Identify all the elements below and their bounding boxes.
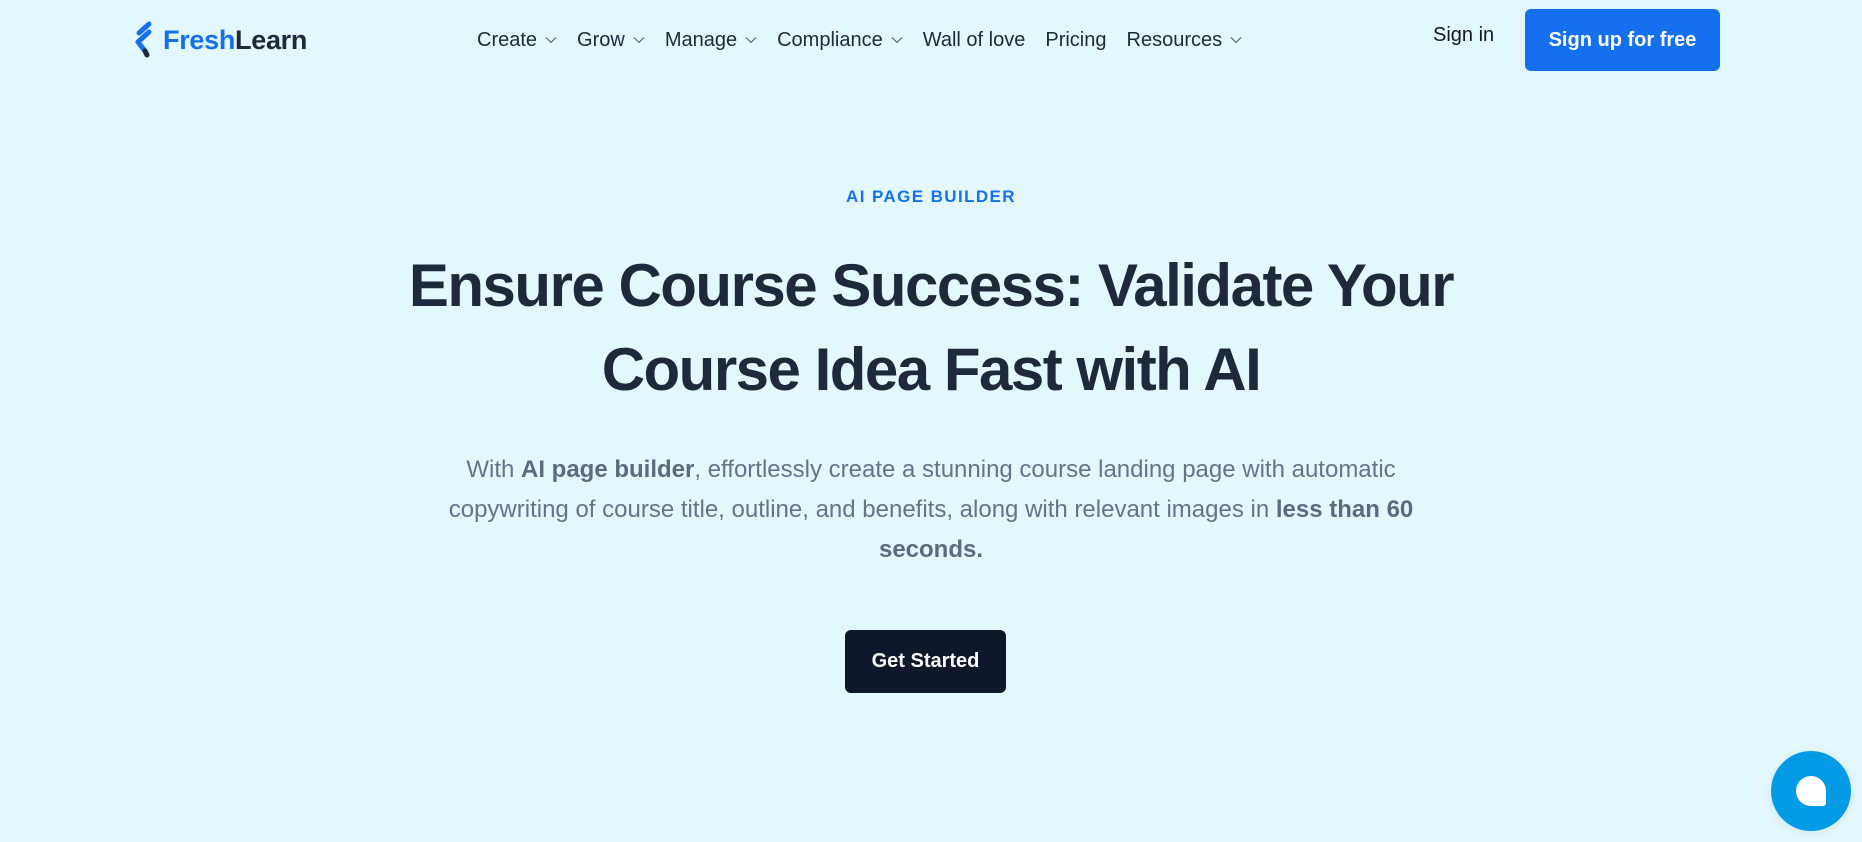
- chevron-down-icon: [1230, 37, 1242, 44]
- chat-widget-button[interactable]: [1771, 751, 1851, 831]
- subtitle-bold: AI page builder: [521, 456, 695, 483]
- chevron-down-icon: [891, 37, 903, 44]
- hero-subtitle: With AI page builder, effortlessly creat…: [406, 450, 1456, 570]
- nav-item-manage[interactable]: Manage: [665, 29, 757, 52]
- nav-item-label: Pricing: [1045, 28, 1107, 51]
- nav-item-resources[interactable]: Resources: [1127, 29, 1243, 52]
- sign-in-link[interactable]: Sign in: [1433, 24, 1494, 47]
- nav-item-label: Create: [477, 28, 538, 51]
- nav-item-label: Resources: [1126, 28, 1223, 51]
- freshlearn-logo-icon: [135, 21, 152, 58]
- chevron-down-icon: [633, 37, 645, 44]
- nav-item-label: Manage: [664, 28, 738, 51]
- logo-text-fresh: Fresh: [163, 24, 236, 55]
- chat-bubble-icon: [1796, 776, 1826, 806]
- main-menu: Create Grow Manage Compliance Wall of lo…: [477, 22, 1262, 58]
- nav-item-pricing[interactable]: Pricing: [1045, 29, 1106, 52]
- chevron-down-icon: [545, 37, 557, 44]
- chevron-down-icon: [745, 37, 757, 44]
- logo-text-learn: Learn: [235, 24, 308, 55]
- nav-item-label: Compliance: [777, 28, 883, 51]
- nav-item-wall-of-love[interactable]: Wall of love: [923, 29, 1026, 52]
- get-started-button[interactable]: Get Started: [845, 630, 1006, 693]
- nav-item-label: Wall of love: [922, 28, 1026, 51]
- nav-item-compliance[interactable]: Compliance: [777, 29, 903, 52]
- top-navigation: FreshLearn Create Grow Manage Compliance…: [0, 0, 1862, 80]
- headline-line-1: Ensure Course Success: Validate Your: [408, 252, 1455, 319]
- headline-line-2: Course Idea Fast with AI: [601, 336, 1262, 403]
- freshlearn-logo[interactable]: FreshLearn: [133, 20, 307, 60]
- nav-item-create[interactable]: Create: [477, 29, 557, 52]
- hero-headline: Ensure Course Success: Validate Your Cou…: [331, 244, 1531, 412]
- subtitle-text: With: [466, 456, 521, 483]
- nav-item-label: Grow: [577, 28, 625, 51]
- sign-up-button[interactable]: Sign up for free: [1525, 9, 1720, 71]
- hero-eyebrow: AI PAGE BUILDER: [846, 187, 1016, 206]
- nav-item-grow[interactable]: Grow: [577, 29, 645, 52]
